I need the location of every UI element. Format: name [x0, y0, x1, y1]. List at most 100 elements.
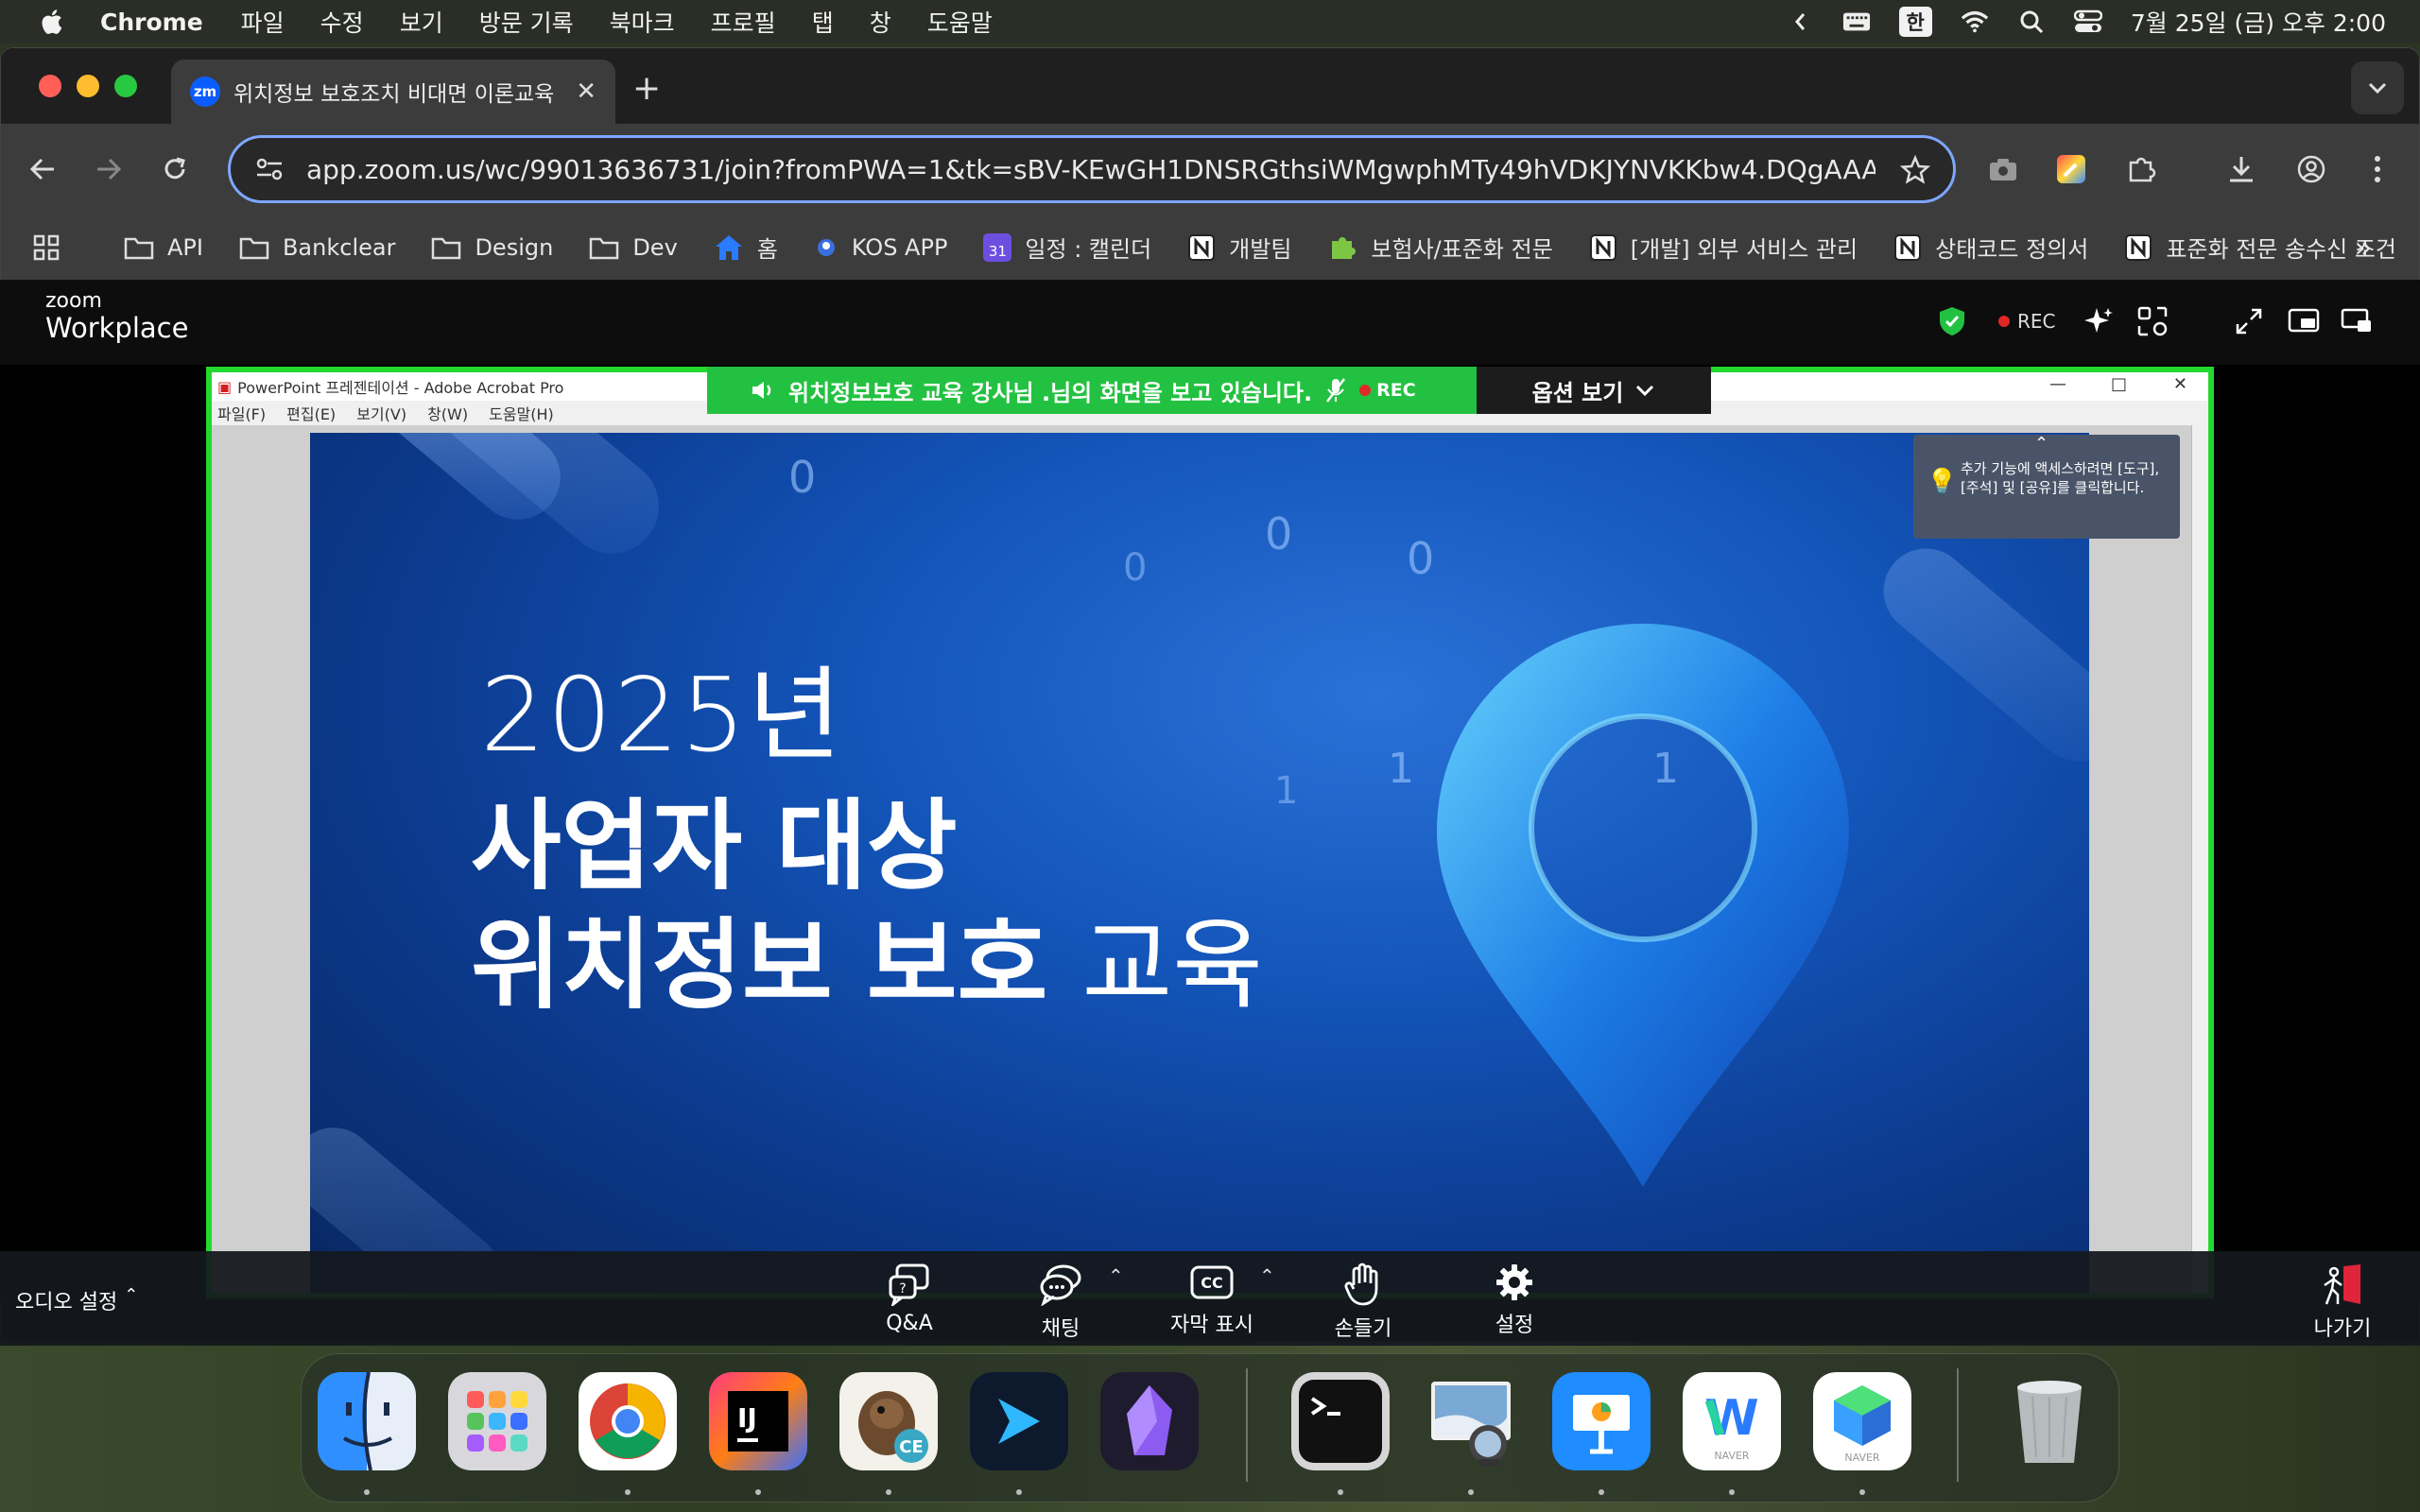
bookmark-dev-team[interactable]: 개발팀 [1187, 231, 1291, 264]
bookmark-api[interactable]: API [124, 234, 203, 261]
calendar-icon: 31 [983, 232, 1012, 262]
trash-icon[interactable] [2000, 1372, 2099, 1470]
spotlight-search-icon[interactable] [2017, 8, 2046, 36]
apps-grid-icon[interactable] [33, 234, 60, 261]
bookmark-external-services[interactable]: [개발] 외부 서비스 관리 [1589, 231, 1858, 264]
bookmark-home[interactable]: 홈 [714, 231, 778, 264]
settings-button[interactable]: 설정 [1458, 1263, 1571, 1338]
dbeaver-icon[interactable]: CE [839, 1372, 938, 1470]
menu-bookmarks[interactable]: 북마크 [610, 5, 675, 39]
captions-label: 자막 표시 [1170, 1314, 1253, 1337]
binary-digit: 1 [1388, 745, 1414, 793]
menu-help[interactable]: 도움말 [927, 5, 993, 39]
bookmark-bankclear[interactable]: Bankclear [239, 234, 395, 261]
picture-in-picture-icon[interactable] [2288, 302, 2320, 340]
bookmark-star-icon[interactable] [1900, 155, 1930, 185]
bookmark-label: [개발] 외부 서비스 관리 [1630, 236, 1858, 263]
minimize-window-button[interactable] [77, 75, 99, 97]
apple-icon[interactable] [38, 7, 68, 37]
clock[interactable]: 7월 25일 (금) 오후 2:00 [2131, 5, 2386, 39]
bookmark-label: 보험사/표준화 전문 [1371, 236, 1553, 263]
closed-captions-icon: CC [1190, 1263, 1234, 1302]
bookmark-status-code[interactable]: 상태코드 정의서 [1893, 231, 2088, 264]
chevron-left-icon[interactable] [1786, 8, 1814, 36]
bookmark-calendar[interactable]: 31 일정 : 캘린더 [983, 231, 1151, 264]
chat-options-chevron-up-icon[interactable]: ⌃ [1108, 1264, 1124, 1287]
captions-options-chevron-up-icon[interactable]: ⌃ [1259, 1264, 1275, 1287]
preview-icon[interactable] [1422, 1372, 1520, 1470]
camera-icon[interactable] [1980, 146, 2026, 192]
prompt-icon[interactable] [970, 1372, 1068, 1470]
app-name[interactable]: Chrome [100, 9, 203, 36]
intellij-icon[interactable]: IJ [709, 1372, 807, 1470]
bookmark-kos-app[interactable]: KOS APP [814, 234, 947, 261]
terminal-icon[interactable] [1291, 1372, 1390, 1470]
chat-label: 채팅 [1041, 1317, 1080, 1341]
obsidian-icon[interactable] [1100, 1372, 1199, 1470]
menu-history[interactable]: 방문 기록 [479, 5, 574, 39]
input-method-indicator[interactable]: 한 [1898, 7, 1932, 37]
site-settings-icon[interactable] [253, 153, 285, 185]
banner-rec-label: REC [1376, 380, 1416, 401]
menu-window[interactable]: 창 [870, 5, 891, 39]
bookmark-label: Dev [632, 233, 678, 261]
color-picker-extension-icon[interactable] [2048, 146, 2094, 192]
notion-icon [1894, 233, 1922, 261]
keynote-icon[interactable] [1552, 1372, 1651, 1470]
view-options-button[interactable]: 옵션 보기 [1477, 367, 1711, 414]
tab-close-icon[interactable]: ✕ [576, 77, 596, 106]
download-icon[interactable] [2219, 146, 2264, 192]
address-bar[interactable]: app.zoom.us/wc/99013636731/join?fromPWA=… [228, 135, 1956, 203]
app-icon [817, 238, 835, 256]
menu-view[interactable]: 보기 [400, 5, 443, 39]
profile-avatar-icon[interactable] [2289, 146, 2334, 192]
bookmark-design[interactable]: Design [431, 234, 553, 261]
notion-icon [1589, 233, 1616, 261]
chevron-down-icon [2368, 82, 2387, 94]
menu-edit[interactable]: 수정 [320, 5, 364, 39]
menu-file[interactable]: 파일 [241, 5, 285, 39]
apps-shapes-icon[interactable] [2136, 302, 2169, 340]
folder-icon [239, 237, 269, 259]
bookmark-dev[interactable]: Dev [589, 233, 678, 261]
tab-zoom-meeting[interactable]: zm 위치정보 보호조치 비대면 이론교육 ✕ [171, 60, 615, 124]
running-indicator [1599, 1489, 1604, 1495]
back-icon[interactable] [20, 146, 65, 192]
naver-works-icon[interactable]: NAVER [1813, 1372, 1911, 1470]
wifi-icon[interactable] [1961, 8, 1989, 36]
qa-button[interactable]: ? Q&A [853, 1263, 966, 1338]
bookmark-insurance-standard[interactable]: 보험사/표준화 전문 [1327, 231, 1553, 264]
tab-search-button[interactable] [2351, 61, 2404, 114]
menu-tab[interactable]: 탭 [812, 5, 834, 39]
view-switch-icon[interactable] [2341, 302, 2373, 340]
chevron-double-right-icon[interactable]: » [2355, 232, 2372, 265]
naver-label: NAVER [1844, 1452, 1880, 1464]
reload-icon[interactable] [152, 146, 198, 192]
acrobat-menu-window: 창(W) [427, 405, 469, 423]
chrome-icon[interactable] [579, 1372, 677, 1470]
launchpad-icon[interactable] [448, 1372, 546, 1470]
more-vertical-icon[interactable] [2355, 146, 2400, 192]
control-center-icon[interactable] [2073, 8, 2102, 36]
new-tab-icon[interactable]: + [632, 69, 661, 108]
captions-button[interactable]: CC 자막 표시 [1155, 1263, 1269, 1338]
maximize-window-button[interactable] [114, 75, 137, 97]
encryption-shield-icon[interactable] [1938, 302, 1966, 340]
forward-icon[interactable] [86, 146, 131, 192]
chevron-down-icon [1636, 385, 1654, 397]
keyboard-icon[interactable] [1842, 8, 1871, 36]
menu-profile[interactable]: 프로필 [711, 5, 776, 39]
leave-button[interactable]: 나가기 [2286, 1263, 2399, 1341]
finder-icon[interactable] [318, 1372, 416, 1470]
ai-companion-sparkle-icon[interactable] [2083, 302, 2114, 340]
chat-button[interactable]: 채팅 [1004, 1263, 1117, 1341]
raise-hand-button[interactable]: 손들기 [1306, 1263, 1420, 1341]
close-window-button[interactable] [39, 75, 61, 97]
naver-whale-icon[interactable]: W NAVER [1683, 1372, 1781, 1470]
binary-digit: 0 [1123, 546, 1148, 590]
audio-settings-button[interactable]: 오디오 설정 ⌃ [15, 1285, 138, 1315]
url-text[interactable]: app.zoom.us/wc/99013636731/join?fromPWA=… [306, 154, 1876, 185]
slide-title-light: 교육 [1081, 907, 1263, 1022]
fullscreen-icon[interactable] [2235, 302, 2263, 340]
extensions-puzzle-icon[interactable] [2118, 146, 2164, 192]
